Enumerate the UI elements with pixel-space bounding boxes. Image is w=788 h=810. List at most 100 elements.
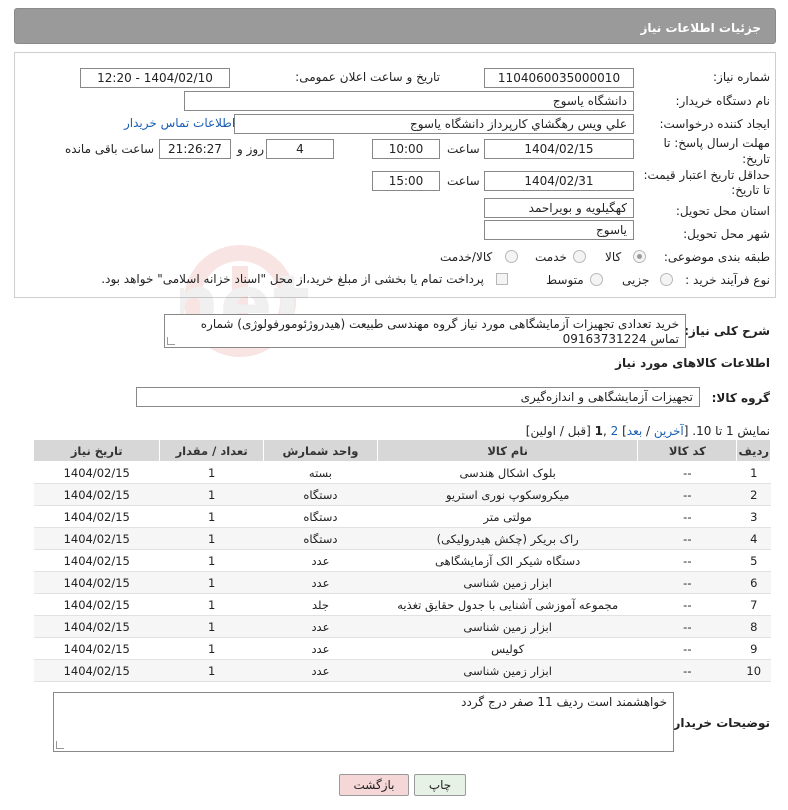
purchase-option-medium: متوسط [546, 273, 584, 287]
cell-quantity: 1 [159, 527, 264, 550]
cell-need-date: 1404/02/15 [33, 637, 160, 660]
remaining-label: ساعت باقی مانده [65, 142, 155, 156]
purchase-radio-minor[interactable] [660, 273, 673, 286]
table-row[interactable]: 2 -- میکروسکوپ نوری استریو دستگاه 1 1404/02/1… [33, 483, 771, 506]
cell-unit: بسته [263, 461, 378, 484]
resize-grip-icon[interactable] [167, 337, 175, 345]
col-qty-header: تعداد / مقدار [159, 439, 264, 462]
cell-row-number: 10 [736, 659, 771, 682]
cell-item-name: دستگاه شیکر الک آزمایشگاهی [377, 549, 638, 572]
purchase-radio-medium[interactable] [590, 273, 603, 286]
table-row[interactable]: 1 -- بلوک اشکال هندسی بسته 1 1404/02/15 [33, 461, 771, 484]
goods-group-label: گروه کالا: [711, 391, 770, 405]
table-row[interactable]: 4 -- راک بریکر (چکش هیدرولیکی) دستگاه 1 1404/… [33, 527, 771, 550]
cell-unit: عدد [263, 659, 378, 682]
buyer-org-label: نام دستگاه خریدار: [675, 94, 771, 108]
creator-field: علي ويس رهگشاي كارپرداز دانشگاه ياسوج [234, 114, 634, 134]
cell-item-code: -- [637, 527, 737, 550]
category-option-service: خدمت [535, 250, 567, 264]
cell-row-number: 9 [736, 637, 771, 660]
treasury-payment-note: پرداخت تمام یا بخشی از مبلغ خرید،از محل … [101, 272, 484, 286]
cell-need-date: 1404/02/15 [33, 615, 160, 638]
resize-grip-icon[interactable] [56, 741, 64, 749]
table-row[interactable]: 3 -- مولتی متر دستگاه 1 1404/02/15 [33, 505, 771, 528]
cell-item-code: -- [637, 461, 737, 484]
cell-item-name: میکروسکوپ نوری استریو [377, 483, 638, 506]
category-option-goods-service: کالا/خدمت [440, 250, 493, 264]
cell-unit: عدد [263, 571, 378, 594]
cell-item-name: راک بریکر (چکش هیدرولیکی) [377, 527, 638, 550]
announce-datetime-field: 1404/02/10 - 12:20 [80, 68, 230, 88]
col-row-header: ردیف [736, 439, 771, 462]
pager-comma: , [603, 424, 611, 438]
category-radio-goods-service[interactable] [505, 250, 518, 263]
cell-row-number: 1 [736, 461, 771, 484]
province-label: استان محل تحویل: [675, 204, 770, 218]
col-name-header: نام کالا [377, 439, 639, 462]
table-row[interactable]: 9 -- کولیس عدد 1 1404/02/15 [33, 637, 771, 660]
buyer-notes-textarea[interactable]: خواهشمند است ردیف 11 صفر درج گردد [53, 692, 674, 752]
cell-quantity: 1 [159, 505, 264, 528]
pager-current-page: 1 [594, 424, 603, 438]
deadline-label: مهلت ارسال پاسخ: تا [663, 136, 770, 150]
cell-item-name: بلوک اشکال هندسی [377, 461, 638, 484]
cell-item-code: -- [637, 637, 737, 660]
goods-group-field: تجهیزات آزمایشگاهی و اندازه‌گیری [136, 387, 700, 407]
pager-suffix: [قبل / اولین] [525, 424, 595, 438]
cell-quantity: 1 [159, 593, 264, 616]
cell-item-name: مولتی متر [377, 505, 638, 528]
col-code-header: کد کالا [637, 439, 738, 462]
deadline-time-field: 10:00 [372, 139, 440, 159]
purchase-type-label: نوع فرآیند خرید : [685, 273, 770, 287]
cell-quantity: 1 [159, 615, 264, 638]
category-label: طبقه بندی موضوعی: [663, 250, 770, 264]
pager-sep-1: / [642, 424, 654, 438]
min-validity-label-2: تا تاریخ: [731, 183, 770, 197]
cell-item-code: -- [637, 483, 737, 506]
print-button[interactable]: چاپ [414, 774, 466, 796]
deadline-label-2: تاریخ: [742, 152, 770, 166]
city-field: یاسوج [484, 220, 634, 240]
cell-row-number: 6 [736, 571, 771, 594]
table-row[interactable]: 7 -- مجموعه آموزشی آشنایی با جدول حقایق تغ… [33, 593, 771, 616]
cell-quantity: 1 [159, 461, 264, 484]
cell-item-code: -- [637, 659, 737, 682]
days-label: روز و [237, 142, 264, 156]
back-button[interactable]: بازگشت [339, 774, 409, 796]
cell-unit: دستگاه [263, 483, 378, 506]
buyer-org-field: دانشگاه یاسوج [184, 91, 634, 111]
buyer-contact-link[interactable]: اطلاعات تماس خریدار [124, 116, 235, 130]
cell-need-date: 1404/02/15 [33, 549, 160, 572]
pager-next-link[interactable]: بعد [627, 424, 642, 438]
table-row[interactable]: 8 -- ابزار زمین شناسی عدد 1 1404/02/15 [33, 615, 771, 638]
cell-need-date: 1404/02/15 [33, 571, 160, 594]
description-textarea[interactable]: خرید تعدادی تجهیزات آزمایشگاهی مورد نیاز… [164, 314, 686, 348]
city-label: شهر محل تحویل: [683, 227, 770, 241]
purchase-option-minor: جزیی [622, 273, 650, 287]
days-remaining-field: 4 [266, 139, 334, 159]
pagination: نمایش 1 تا 10. [آخرین / بعد] 2 ,1 [قبل /… [526, 424, 770, 438]
cell-row-number: 7 [736, 593, 771, 616]
cell-quantity: 1 [159, 659, 264, 682]
remaining-time-field: 21:26:27 [159, 139, 231, 159]
category-radio-service[interactable] [573, 250, 586, 263]
table-row[interactable]: 10 -- ابزار زمین شناسی عدد 1 1404/02/15 [33, 659, 771, 682]
cell-need-date: 1404/02/15 [33, 461, 160, 484]
cell-unit: جلد [263, 593, 378, 616]
col-unit-header: واحد شمارش [262, 439, 379, 462]
need-number-label: شماره نیاز: [713, 70, 770, 84]
cell-item-code: -- [637, 571, 737, 594]
category-radio-goods[interactable] [633, 250, 646, 263]
cell-need-date: 1404/02/15 [33, 593, 160, 616]
treasury-payment-checkbox[interactable] [496, 273, 508, 285]
cell-need-date: 1404/02/15 [33, 483, 160, 506]
deadline-date-field: 1404/02/15 [484, 139, 634, 159]
table-row[interactable]: 6 -- ابزار زمین شناسی عدد 1 1404/02/15 [33, 571, 771, 594]
cell-quantity: 1 [159, 483, 264, 506]
table-header-row: ردیف کد کالا نام کالا واحد شمارش تعداد /… [32, 439, 771, 462]
table-row[interactable]: 5 -- دستگاه شیکر الک آزمایشگاهی عدد 1 1404/02… [33, 549, 771, 572]
page-header: جزئیات اطلاعات نیاز [14, 8, 776, 44]
pager-last-link[interactable]: آخرین [654, 424, 684, 438]
creator-label: ایجاد کننده درخواست: [659, 117, 770, 131]
cell-item-code: -- [637, 615, 737, 638]
